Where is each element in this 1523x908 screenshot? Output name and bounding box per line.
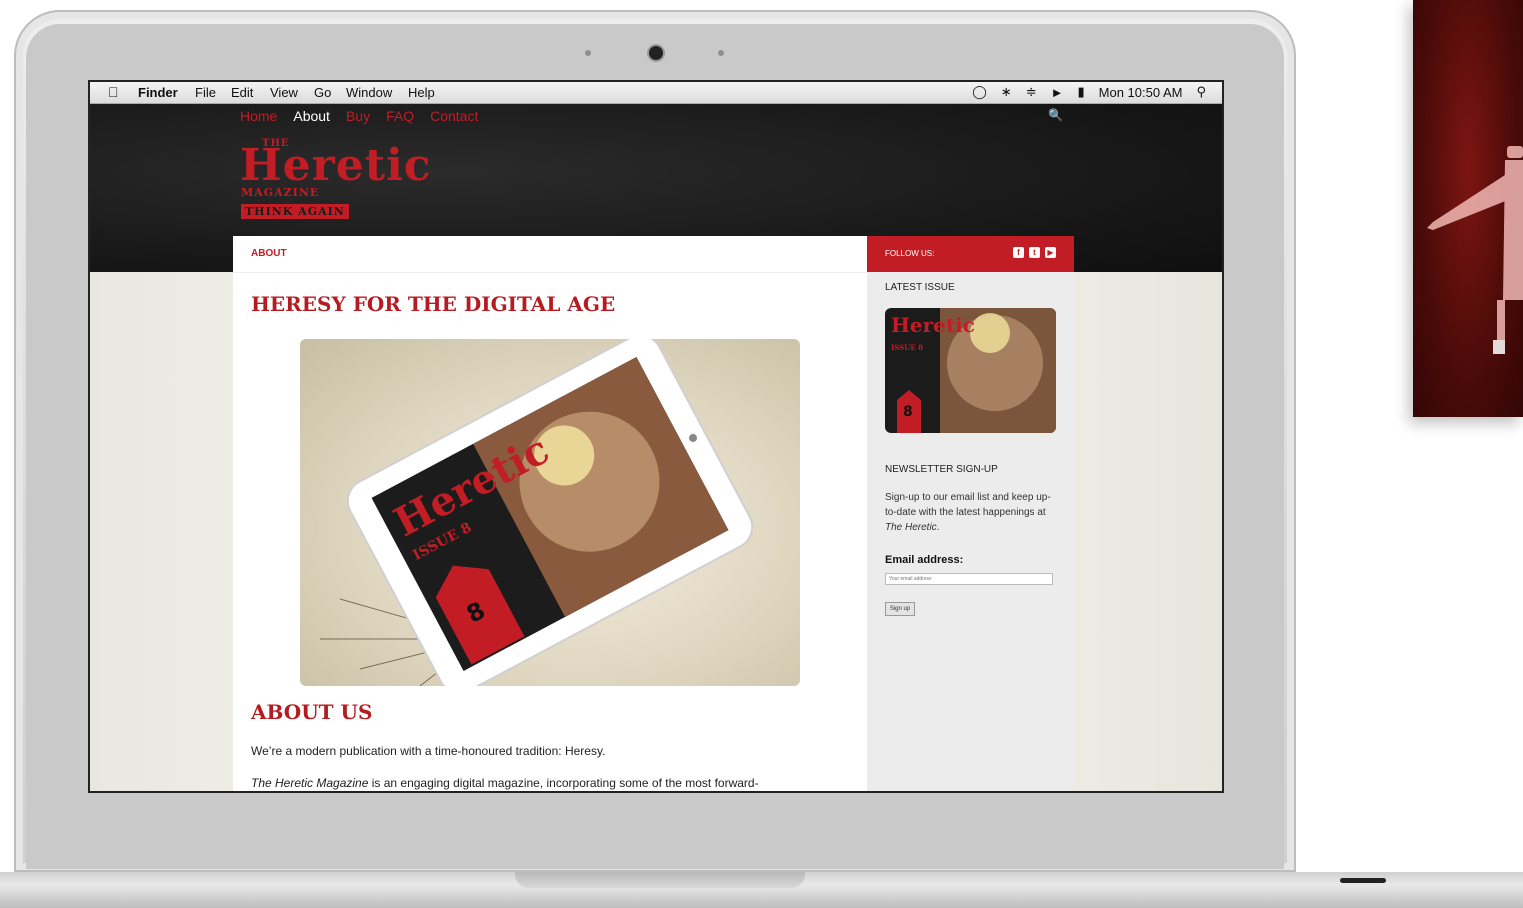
menu-help[interactable]: Help xyxy=(408,85,435,100)
battery-icon[interactable]: ▮ xyxy=(1077,84,1084,100)
latest-issue-cover[interactable]: Heretic ISSUE 8 8 xyxy=(885,308,1056,433)
about-heading: ABOUT US xyxy=(251,700,373,724)
cover-number: 8 xyxy=(903,404,913,420)
email-label: Email address: xyxy=(885,554,964,566)
logo-tagline: THINK AGAIN xyxy=(241,204,349,219)
laptop-screen:  Finder File Edit View Go Window Help ◯… xyxy=(88,80,1224,793)
logo-name: Heretic xyxy=(240,140,432,191)
menu-file[interactable]: File xyxy=(195,85,216,100)
camera-icon xyxy=(649,46,663,60)
logo-magazine: MAGAZINE xyxy=(241,186,320,199)
email-field[interactable] xyxy=(885,573,1053,585)
spotlight-icon[interactable]: ⚲ xyxy=(1196,84,1206,100)
main-column: ABOUT HERESY FOR THE DIGITAL AGE Heretic xyxy=(233,236,867,791)
divider xyxy=(233,272,867,273)
cover-name: Heretic xyxy=(891,313,975,337)
nav-contact[interactable]: Contact xyxy=(430,108,478,124)
newsletter-brand: The Heretic xyxy=(885,522,937,533)
nav-home[interactable]: Home xyxy=(240,108,277,124)
hero-image: Heretic ISSUE 8 8 xyxy=(300,339,800,686)
volume-icon[interactable]: ► xyxy=(1051,85,1064,100)
newsletter-end: . xyxy=(936,522,940,533)
notifications-icon[interactable]: ◯ xyxy=(972,84,987,100)
nav-faq[interactable]: FAQ xyxy=(386,108,414,124)
mac-menu-bar:  Finder File Edit View Go Window Help ◯… xyxy=(90,82,1222,104)
twitter-icon[interactable]: t xyxy=(1029,247,1040,258)
nav-buy[interactable]: Buy xyxy=(346,108,370,124)
paragraph-2-text: is an engaging digital magazine, incorpo… xyxy=(368,776,759,790)
newsletter-body: Sign-up to our email list and keep up-to… xyxy=(885,492,1051,518)
menu-view[interactable]: View xyxy=(270,85,298,100)
newsletter-heading: NEWSLETTER SIGN-UP xyxy=(885,464,998,475)
menu-go[interactable]: Go xyxy=(314,85,331,100)
laptop-notch xyxy=(515,872,805,888)
search-icon[interactable]: 🔍 xyxy=(1048,108,1063,122)
youtube-icon[interactable]: ▶ xyxy=(1045,247,1056,258)
apple-icon[interactable]:  xyxy=(108,84,119,100)
page-title: HERESY FOR THE DIGITAL AGE xyxy=(251,292,616,316)
menu-edit[interactable]: Edit xyxy=(231,85,253,100)
latest-issue-heading: LATEST ISSUE xyxy=(885,282,955,293)
sensor-dot xyxy=(718,50,724,56)
sensor-dot xyxy=(585,50,591,56)
signup-button[interactable]: Sign up xyxy=(885,602,915,616)
menu-window[interactable]: Window xyxy=(346,85,392,100)
about-paragraph-2: The Heretic Magazine is an engaging digi… xyxy=(251,776,759,790)
wifi-icon[interactable]: ≑ xyxy=(1026,84,1037,100)
follow-label: FOLLOW US: xyxy=(885,249,935,258)
about-paragraph-1: We’re a modern publication with a time-h… xyxy=(251,744,606,758)
magazine-name: The Heretic Magazine xyxy=(251,776,369,790)
newsletter-text: Sign-up to our email list and keep up-to… xyxy=(885,490,1060,535)
red-poster-image xyxy=(1413,0,1523,417)
bluetooth-icon[interactable]: ∗ xyxy=(1001,84,1012,100)
facebook-icon[interactable]: f xyxy=(1013,247,1024,258)
sidebar: FOLLOW US: f t ▶ LATEST ISSUE Heretic IS… xyxy=(867,236,1074,791)
site-nav: Home About Buy FAQ Contact xyxy=(240,108,478,124)
cover-issue: ISSUE 8 xyxy=(891,343,923,352)
nav-about[interactable]: About xyxy=(293,108,330,124)
laptop-led xyxy=(1340,878,1386,883)
follow-bar: FOLLOW US: f t ▶ xyxy=(867,236,1074,272)
clock[interactable]: Mon 10:50 AM xyxy=(1099,85,1183,100)
breadcrumb[interactable]: ABOUT xyxy=(251,248,287,259)
menu-finder[interactable]: Finder xyxy=(138,85,178,100)
